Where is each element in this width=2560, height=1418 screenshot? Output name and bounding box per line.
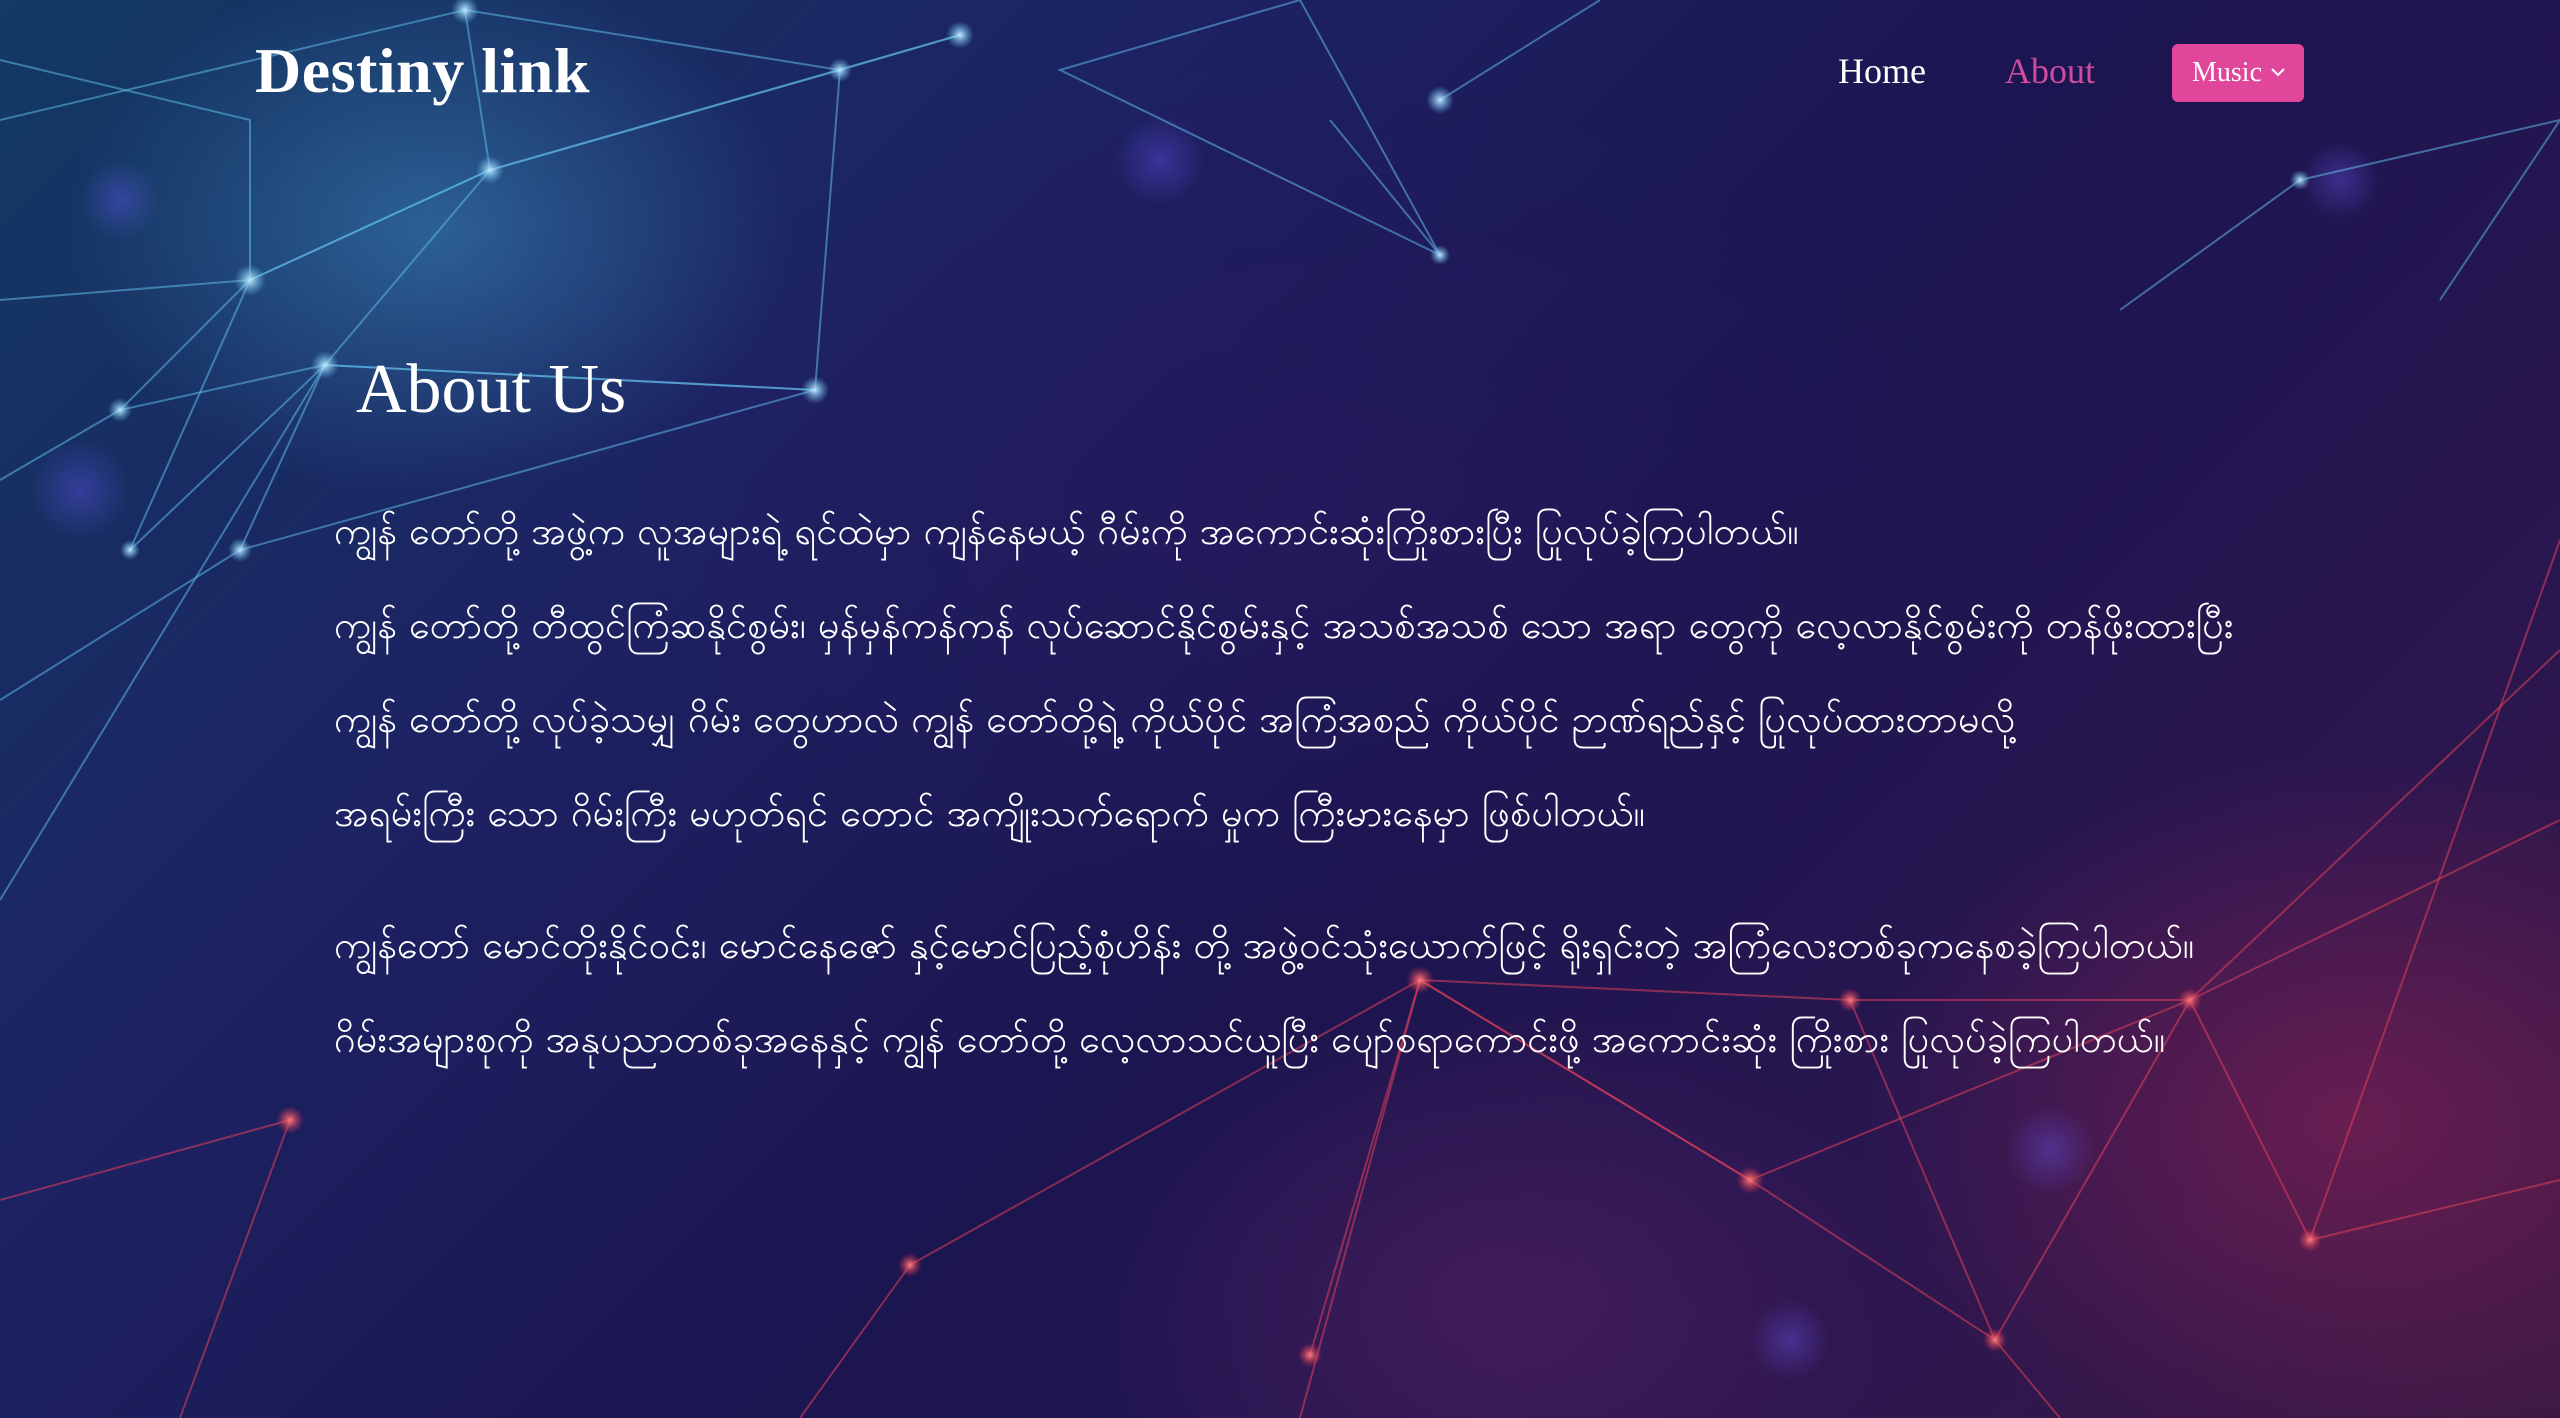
paragraph-line: ကျွန် တော်တို့ တီထွင်ကြံဆနိုင်စွမ်း၊ မှန… (334, 603, 2234, 647)
paragraph-line: ဂိမ်းအများစုကို အနုပညာတစ်ခုအနေနှင့် ကျွန… (334, 1017, 2166, 1061)
paragraph-line: ကျွန်တော် မောင်တိုးနိုင်ဝင်း၊ မောင်နေဇော… (334, 923, 2195, 967)
page-title: About Us (356, 351, 627, 428)
paragraph-line: ကျွန် တော်တို့ အဖွဲ့က လူအများရဲ့ ရင်ထဲမှ… (334, 509, 1799, 553)
about-paragraph-1: ကျွန် တော်တို့ အဖွဲ့က လူအများရဲ့ ရင်ထဲမှ… (334, 484, 2534, 860)
about-section: About Us ကျွန် တော်တို့ အဖွဲ့က လူအများရဲ… (0, 0, 2560, 1418)
about-paragraph-2: ကျွန်တော် မောင်တိုးနိုင်ဝင်း၊ မောင်နေဇော… (334, 898, 2534, 1086)
paragraph-line: ကျွန် တော်တို့ လုပ်ခဲ့သမျှ ဂိမ်း တွေဟာလဲ… (334, 697, 2016, 741)
paragraph-line: အရမ်းကြီး သော ဂိမ်းကြီး မဟုတ်ရင် တောင် အ… (334, 791, 1645, 835)
